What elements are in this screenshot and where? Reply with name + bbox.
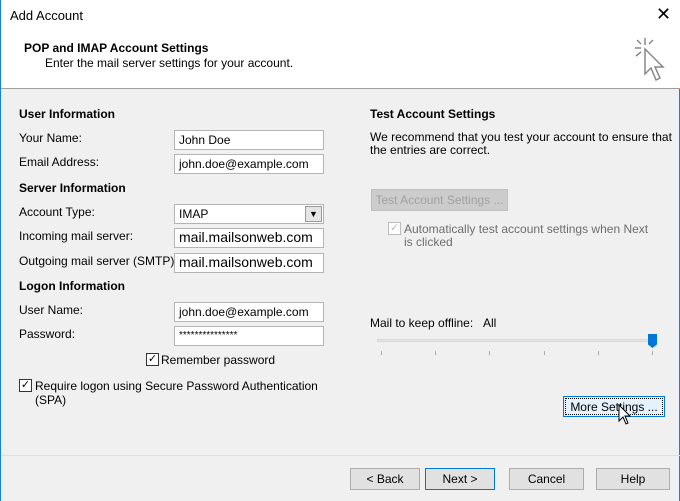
spa-label-line1: Require logon using Secure Password Auth… <box>35 379 318 393</box>
cancel-button[interactable]: Cancel <box>509 468 584 490</box>
test-settings-heading: Test Account Settings <box>370 107 496 121</box>
user-name-label: User Name: <box>19 303 84 317</box>
offline-slider-thumb[interactable] <box>648 334 657 348</box>
incoming-server-input[interactable]: mail.mailsonweb.com <box>174 228 324 248</box>
slider-tick <box>652 351 653 355</box>
offline-label: Mail to keep offline: <box>370 316 474 330</box>
user-name-input[interactable]: john.doe@example.com <box>174 302 324 322</box>
offline-value: All <box>483 316 497 330</box>
offline-slider-track[interactable] <box>377 339 653 342</box>
outgoing-server-input[interactable]: mail.mailsonweb.com <box>174 253 324 273</box>
account-type-label: Account Type: <box>19 205 95 219</box>
remember-password-checkbox[interactable]: ✓ <box>146 353 159 366</box>
back-button[interactable]: < Back <box>350 468 420 490</box>
close-icon[interactable]: ✕ <box>656 4 671 25</box>
page-subtitle: Enter the mail server settings for your … <box>45 56 294 70</box>
slider-tick <box>598 351 599 355</box>
your-name-label: Your Name: <box>19 131 82 145</box>
slider-tick <box>489 351 490 355</box>
test-account-settings-button[interactable]: Test Account Settings ... <box>371 189 508 211</box>
next-button[interactable]: Next > <box>425 468 495 490</box>
auto-test-checkbox[interactable]: ✓ <box>388 222 401 235</box>
email-input[interactable]: john.doe@example.com <box>174 154 324 174</box>
email-label: Email Address: <box>19 155 100 169</box>
user-info-heading: User Information <box>19 107 116 121</box>
slider-tick <box>381 351 382 355</box>
footer-divider <box>1 455 680 456</box>
test-desc-line1: We recommend that you test your account … <box>370 130 672 144</box>
page-title: POP and IMAP Account Settings <box>24 41 209 55</box>
window-title: Add Account <box>10 8 83 23</box>
account-type-value: IMAP <box>179 207 209 221</box>
password-label: Password: <box>19 327 76 341</box>
mouse-cursor-icon <box>618 404 632 425</box>
server-info-heading: Server Information <box>19 181 126 195</box>
help-button[interactable]: Help <box>596 468 670 490</box>
spa-checkbox[interactable]: ✓ <box>19 379 32 392</box>
test-desc-line2: the entries are correct. <box>370 143 491 157</box>
logon-info-heading: Logon Information <box>19 279 125 293</box>
cursor-sparkle-icon <box>635 38 665 82</box>
slider-tick <box>544 351 545 355</box>
slider-tick <box>435 351 436 355</box>
incoming-label: Incoming mail server: <box>19 229 134 243</box>
more-settings-button[interactable]: More Settings ... <box>563 396 665 417</box>
remember-password-label: Remember password <box>161 353 276 367</box>
password-input[interactable]: *************** <box>174 326 324 346</box>
chevron-down-icon[interactable]: ▼ <box>305 206 322 222</box>
account-type-select[interactable]: IMAP ▼ <box>174 204 324 224</box>
your-name-input[interactable]: John Doe <box>174 130 324 150</box>
auto-test-label-line2: is clicked <box>404 235 453 249</box>
auto-test-label-line1: Automatically test account settings when… <box>404 222 649 236</box>
outgoing-label: Outgoing mail server (SMTP): <box>19 254 178 268</box>
spa-label-line2: (SPA) <box>35 393 67 407</box>
